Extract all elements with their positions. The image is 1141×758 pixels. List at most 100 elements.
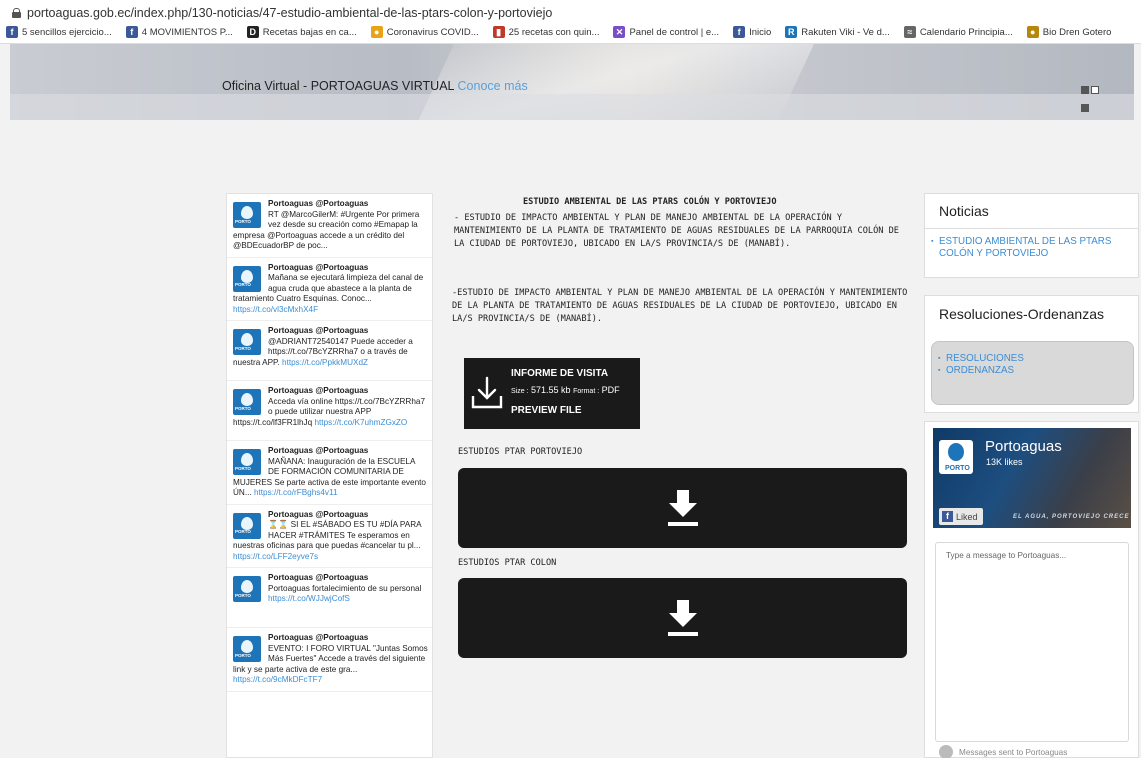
tweet-link[interactable]: https://t.co/PpkkMUXdZ bbox=[282, 358, 368, 367]
download-arrow-icon bbox=[471, 376, 503, 409]
download-colon-button[interactable] bbox=[458, 578, 907, 658]
tweet-author[interactable]: Portoaguas bbox=[268, 386, 313, 395]
grid-square-icon[interactable] bbox=[1081, 86, 1089, 94]
tweet-handle[interactable]: @Portoaguas bbox=[315, 573, 368, 582]
tweet-handle[interactable]: @Portoaguas bbox=[315, 326, 368, 335]
tweet[interactable]: Portoaguas @PortoaguasPortoaguas fortale… bbox=[227, 568, 432, 628]
tweet-link[interactable]: https://t.co/LFF2eyve7s bbox=[233, 552, 318, 561]
facebook-slogan: EL AGUA, PORTOVIEJO CRECE bbox=[1013, 514, 1130, 520]
tweet[interactable]: Portoaguas @PortoaguasRT @MarcoGilerM: #… bbox=[227, 194, 432, 258]
resolution-link[interactable]: ORDENANZAS bbox=[938, 365, 1127, 377]
lock-icon bbox=[12, 8, 21, 18]
bookmark-label: Coronavirus COVID... bbox=[386, 26, 479, 38]
biodren-icon: ● bbox=[1026, 26, 1039, 38]
tweet[interactable]: Portoaguas @PortoaguasMAÑANA: Inauguraci… bbox=[227, 441, 432, 505]
portoaguas-avatar[interactable] bbox=[233, 265, 261, 292]
bookmarks-bar: f5 sencillos ejercicio... f 4 MOVIMIENTOS … bbox=[6, 23, 1141, 41]
tweet-link[interactable]: https://t.co/WJJwjCofS bbox=[268, 594, 350, 603]
bookmark-item[interactable]: ● Coronavirus COVID... bbox=[370, 26, 479, 38]
tweet-link[interactable]: https://t.co/rFBghs4v11 bbox=[254, 488, 338, 497]
resolutions-box: Resoluciones-Ordenanzas RESOLUCIONESORDE… bbox=[924, 295, 1139, 413]
download-portoviejo-button[interactable] bbox=[458, 468, 907, 548]
liked-button[interactable]: f Liked bbox=[939, 508, 983, 525]
bookmark-item[interactable]: f Inicio bbox=[733, 26, 771, 38]
tweet-author[interactable]: Portoaguas bbox=[268, 510, 313, 519]
browser-toolbar: portoaguas.gob.ec/index.php/130-noticias… bbox=[0, 0, 1141, 44]
bookmark-item[interactable]: ● Bio Dren Gotero bbox=[1026, 26, 1111, 38]
tweet[interactable]: Portoaguas @Portoaguas@ADRIANT72540147 P… bbox=[227, 321, 432, 381]
download-icon bbox=[667, 490, 698, 526]
header-banner: Oficina Virtual - PORTOAGUAS VIRTUAL Con… bbox=[10, 44, 1134, 120]
article-paragraph-2: -ESTUDIO DE IMPACTO AMBIENTAL Y PLAN DE … bbox=[452, 288, 908, 324]
facebook-cover[interactable]: Portoaguas 13K likes f Liked EL AGUA, PO… bbox=[933, 428, 1131, 528]
facebook-messages-footer: Messages sent to Portoaguas bbox=[939, 745, 1067, 758]
bookmark-item[interactable]: ✕ Panel de control | e... bbox=[613, 26, 719, 38]
grid-square-icon[interactable] bbox=[1081, 104, 1089, 112]
tweet-handle[interactable]: @Portoaguas bbox=[315, 633, 368, 642]
facebook-page-name[interactable]: Portoaguas bbox=[985, 438, 1062, 455]
tweet[interactable]: Portoaguas @Portoaguas⌛⌛ SI EL #SÁBADO E… bbox=[227, 505, 432, 568]
tweet-text: EVENTO: I FORO VIRTUAL "Juntas Somos Más… bbox=[233, 643, 428, 674]
tweet-author[interactable]: Portoaguas bbox=[268, 326, 313, 335]
portoaguas-avatar[interactable] bbox=[233, 449, 261, 475]
grid-square-outline-icon[interactable] bbox=[1091, 86, 1099, 94]
tweet[interactable]: Portoaguas @PortoaguasEVENTO: I FORO VIR… bbox=[227, 628, 432, 692]
portoaguas-avatar[interactable] bbox=[233, 329, 261, 355]
resolutions-title: Resoluciones-Ordenanzas bbox=[939, 306, 1104, 322]
tweet[interactable]: Portoaguas @PortoaguasMañana se ejecutar… bbox=[227, 258, 432, 321]
tweet-handle[interactable]: @Portoaguas bbox=[315, 386, 368, 395]
facebook-widget: Portoaguas 13K likes f Liked EL AGUA, PO… bbox=[924, 421, 1139, 758]
news-link[interactable]: ESTUDIO AMBIENTAL DE LAS PTARS COLÓN Y P… bbox=[931, 236, 1132, 259]
conoce-mas-link[interactable]: Conoce más bbox=[458, 79, 528, 93]
tweet-author[interactable]: Portoaguas bbox=[268, 199, 313, 208]
tweet-link[interactable]: https://t.co/K7uhmZGxZO bbox=[314, 418, 407, 427]
bookmark-item[interactable]: f 5 sencillos ejercicio... bbox=[6, 26, 112, 38]
tweet-author[interactable]: Portoaguas bbox=[268, 573, 313, 582]
tweet-handle[interactable]: @Portoaguas bbox=[315, 199, 368, 208]
tweet-link[interactable]: https://t.co/vl3cMxhX4F bbox=[233, 305, 318, 314]
tweet-author[interactable]: Portoaguas bbox=[268, 263, 313, 272]
news-list: ESTUDIO AMBIENTAL DE LAS PTARS COLÓN Y P… bbox=[925, 229, 1138, 265]
bookmark-item[interactable]: ≈ Calendario Principia... bbox=[903, 26, 1013, 38]
portoaguas-logo[interactable] bbox=[939, 440, 973, 474]
tweet-handle[interactable]: @Portoaguas bbox=[315, 263, 368, 272]
pdf-download-card[interactable]: INFORME DE VISITA Size : 571.55 kb Forma… bbox=[464, 358, 640, 429]
tweet-handle[interactable]: @Portoaguas bbox=[315, 510, 368, 519]
pdf-meta: Size : 571.55 kb Format : PDF bbox=[511, 385, 620, 395]
panel-icon: ✕ bbox=[613, 26, 626, 38]
tweet-handle[interactable]: @Portoaguas bbox=[315, 446, 368, 455]
recipe-icon: D bbox=[246, 26, 259, 38]
facebook-icon: f bbox=[6, 26, 18, 38]
layout-toggle[interactable] bbox=[1080, 82, 1106, 118]
facebook-message-input[interactable]: Type a message to Portoaguas... bbox=[935, 542, 1129, 742]
resolution-link[interactable]: RESOLUCIONES bbox=[938, 353, 1127, 365]
portoaguas-avatar[interactable] bbox=[233, 512, 261, 539]
resolutions-panel: RESOLUCIONESORDENANZAS bbox=[931, 341, 1134, 405]
tweet-author[interactable]: Portoaguas bbox=[268, 633, 313, 642]
bookmark-item[interactable]: ▮ 25 recetas con quin... bbox=[492, 26, 600, 38]
portoaguas-avatar[interactable] bbox=[233, 636, 261, 662]
download-icon bbox=[667, 600, 698, 636]
news-title: Noticias bbox=[925, 194, 1138, 229]
tweet-text: Portoaguas fortalecimiento de su persona… bbox=[268, 583, 422, 593]
portoaguas-avatar[interactable] bbox=[233, 202, 261, 228]
facebook-icon: f bbox=[942, 511, 953, 522]
tweet[interactable]: Portoaguas @PortoaguasAcceda vía online … bbox=[227, 381, 432, 441]
tweet-link[interactable]: https://t.co/9cMkDFcTF7 bbox=[233, 675, 322, 684]
calendar-icon: ≈ bbox=[903, 26, 916, 38]
portoaguas-avatar[interactable] bbox=[233, 389, 261, 415]
url-text[interactable]: portoaguas.gob.ec/index.php/130-noticias… bbox=[27, 6, 552, 20]
bookmark-label: 25 recetas con quin... bbox=[508, 26, 600, 38]
portoaguas-avatar[interactable] bbox=[233, 576, 261, 602]
preview-file-link[interactable]: PREVIEW FILE bbox=[511, 405, 582, 416]
address-bar[interactable]: portoaguas.gob.ec/index.php/130-noticias… bbox=[12, 6, 552, 20]
bookmark-label: Panel de control | e... bbox=[629, 26, 720, 38]
twitter-feed[interactable]: Portoaguas @PortoaguasRT @MarcoGilerM: #… bbox=[226, 193, 433, 758]
bookmark-item[interactable]: f4 MOVIMIENTOS P... bbox=[125, 26, 233, 38]
tweet-author[interactable]: Portoaguas bbox=[268, 446, 313, 455]
bookmark-item[interactable]: R Rakuten Viki - Ve d... bbox=[785, 26, 890, 38]
bookmark-label: Rakuten Viki - Ve d... bbox=[801, 26, 890, 38]
facebook-likes: 13K likes bbox=[986, 457, 1023, 467]
tweet-text: Mañana se ejecutará limpieza del canal d… bbox=[233, 273, 424, 303]
bookmark-item[interactable]: D Recetas bajas en ca... bbox=[246, 26, 357, 38]
